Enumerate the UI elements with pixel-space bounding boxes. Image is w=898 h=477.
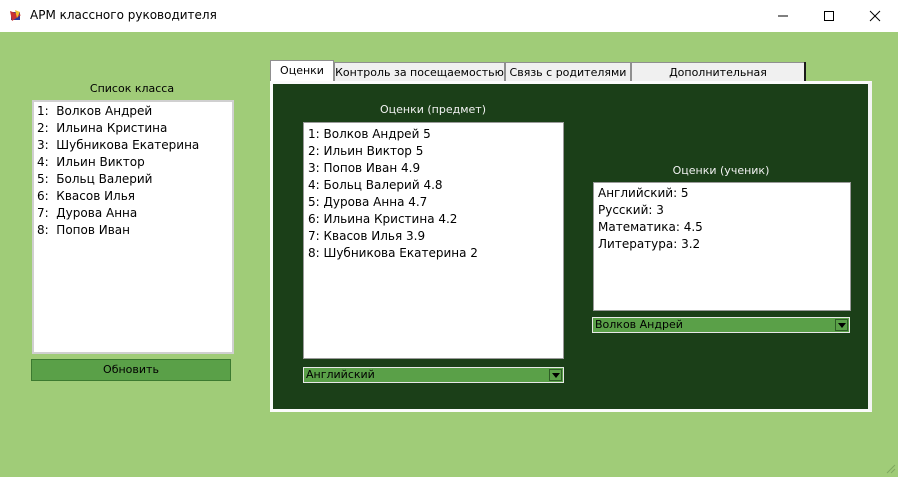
- student-grades-label: Оценки (ученик): [672, 164, 770, 177]
- list-item[interactable]: 7: Квасов Илья 3.9: [308, 228, 563, 245]
- list-item[interactable]: 1: Волков Андрей: [37, 103, 232, 120]
- list-item[interactable]: 6: Квасов Илья: [37, 188, 232, 205]
- minimize-button[interactable]: [760, 0, 806, 32]
- maximize-icon: [824, 11, 834, 21]
- class-listbox[interactable]: 1: Волков Андрей 2: Ильина Кристина 3: Ш…: [32, 100, 234, 354]
- resize-grip-icon[interactable]: [884, 462, 896, 477]
- list-item[interactable]: 6: Ильина Кристина 4.2: [308, 211, 563, 228]
- close-button[interactable]: [852, 0, 898, 32]
- list-item[interactable]: Русский: 3: [598, 202, 850, 219]
- refresh-button[interactable]: Обновить: [31, 359, 231, 381]
- subject-grades-label: Оценки (предмет): [380, 103, 486, 116]
- tab-parents[interactable]: Связь с родителями: [505, 62, 631, 82]
- tab-attendance[interactable]: Контроль за посещаемостью: [334, 62, 505, 82]
- list-item[interactable]: 8: Шубникова Екатерина 2: [308, 245, 563, 262]
- student-select[interactable]: Волков Андрей: [592, 317, 850, 333]
- list-item[interactable]: 3: Шубникова Екатерина: [37, 137, 232, 154]
- tab-bar-edge: [804, 62, 806, 82]
- chevron-down-icon[interactable]: [549, 369, 562, 381]
- list-item[interactable]: 3: Попов Иван 4.9: [308, 160, 563, 177]
- list-item[interactable]: Английский: 5: [598, 185, 850, 202]
- student-select-value: Волков Андрей: [595, 318, 683, 331]
- close-icon: [869, 10, 881, 22]
- list-item[interactable]: 7: Дурова Анна: [37, 205, 232, 222]
- subject-select[interactable]: Английский: [303, 367, 564, 383]
- title-bar: АРМ классного руководителя: [0, 0, 898, 32]
- tab-extra-info[interactable]: Дополнительная информация: [631, 62, 805, 99]
- tab-grades[interactable]: Оценки: [270, 60, 334, 82]
- app-icon: [9, 9, 23, 23]
- list-item[interactable]: 8: Попов Иван: [37, 222, 232, 239]
- list-item[interactable]: 5: Дурова Анна 4.7: [308, 194, 563, 211]
- list-item[interactable]: 1: Волков Андрей 5: [308, 126, 563, 143]
- list-item[interactable]: Литература: 3.2: [598, 236, 850, 253]
- student-grades-listbox[interactable]: Английский: 5 Русский: 3 Математика: 4.5…: [593, 182, 851, 311]
- class-list-label: Список класса: [89, 82, 175, 95]
- window-title: АРМ классного руководителя: [30, 8, 217, 22]
- list-item[interactable]: 5: Больц Валерий: [37, 171, 232, 188]
- chevron-down-icon[interactable]: [835, 319, 848, 331]
- list-item[interactable]: 2: Ильин Виктор 5: [308, 143, 563, 160]
- list-item[interactable]: Математика: 4.5: [598, 219, 850, 236]
- minimize-icon: [778, 15, 788, 17]
- subject-grades-listbox[interactable]: 1: Волков Андрей 5 2: Ильин Виктор 5 3: …: [303, 122, 564, 359]
- list-item[interactable]: 4: Больц Валерий 4.8: [308, 177, 563, 194]
- list-item[interactable]: 4: Ильин Виктор: [37, 154, 232, 171]
- subject-select-value: Английский: [306, 368, 375, 381]
- list-item[interactable]: 2: Ильина Кристина: [37, 120, 232, 137]
- maximize-button[interactable]: [806, 0, 852, 32]
